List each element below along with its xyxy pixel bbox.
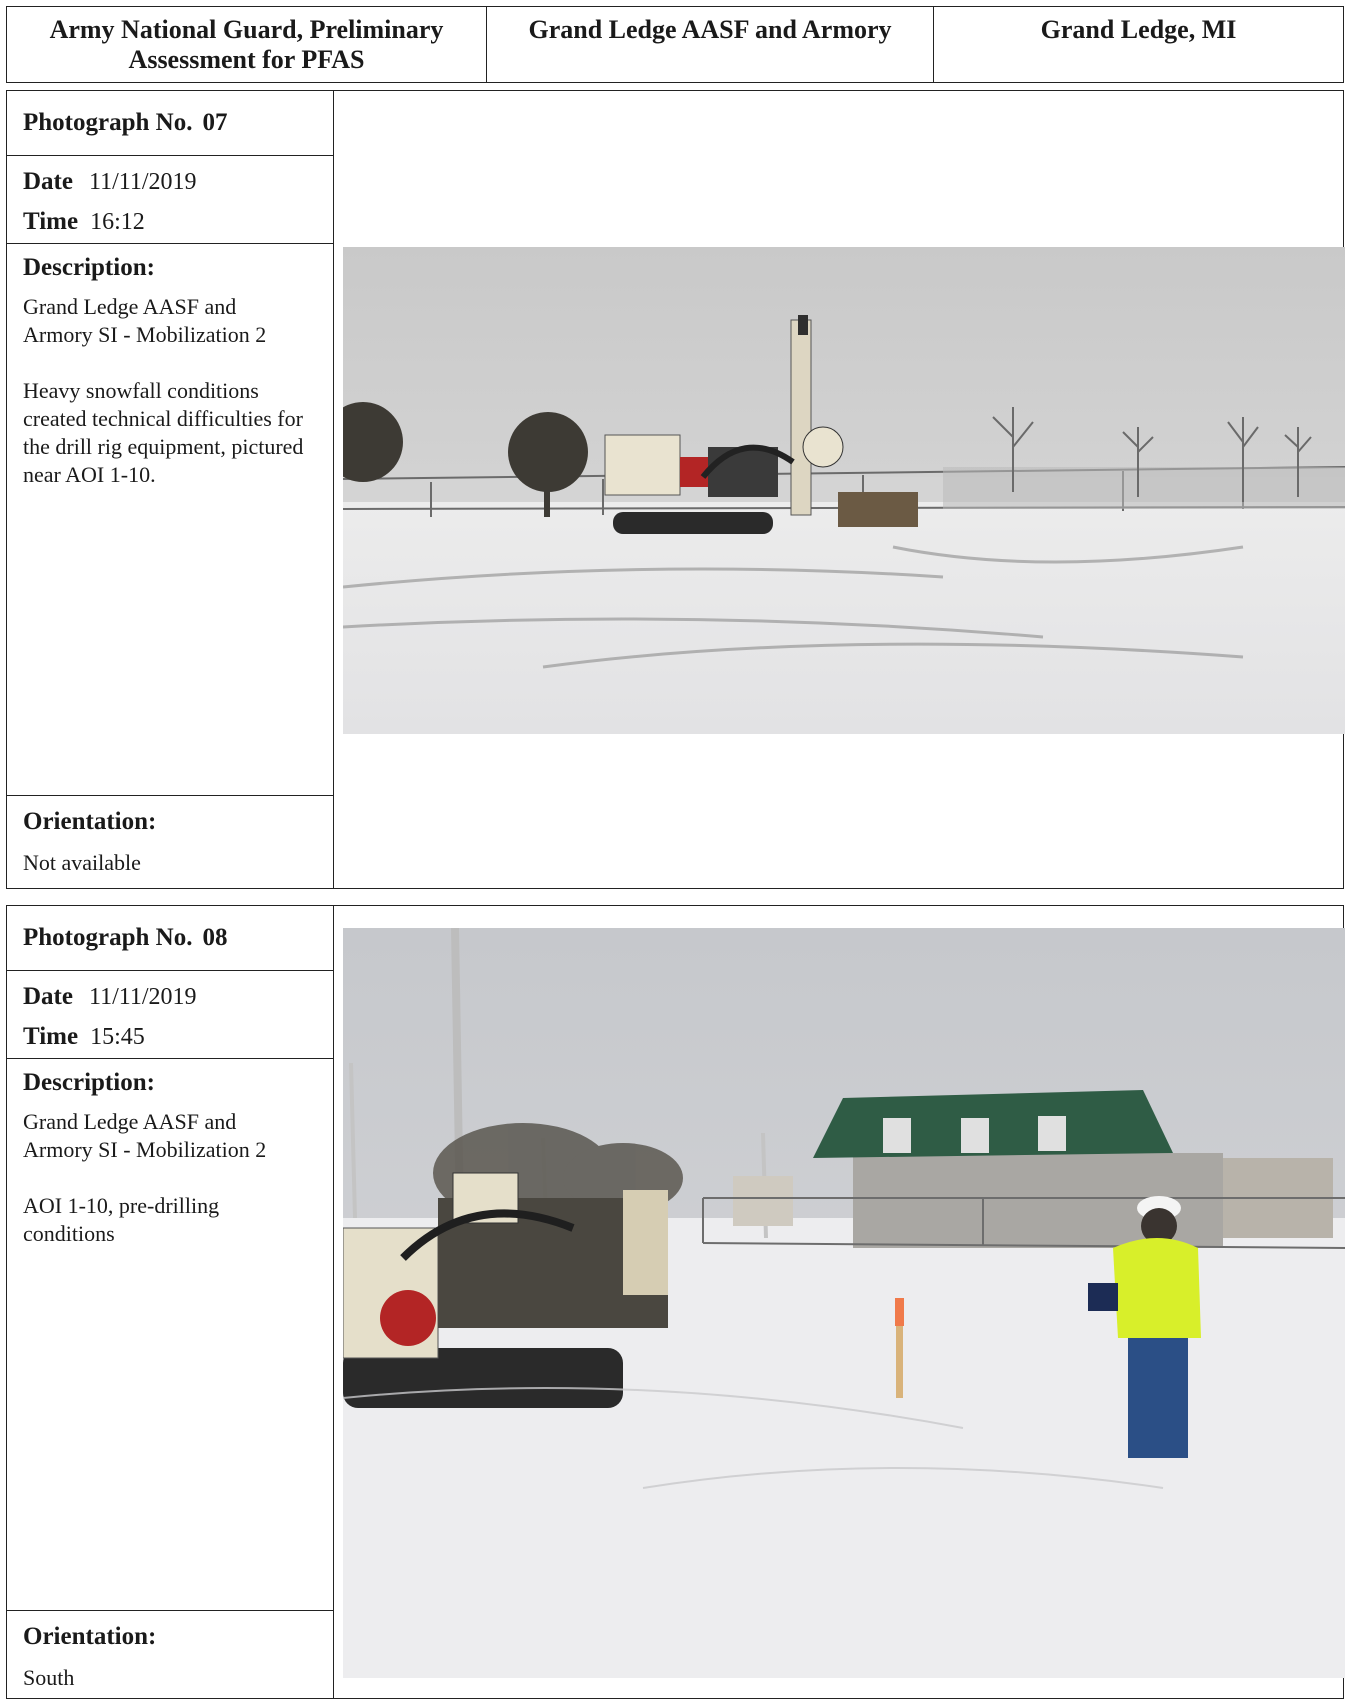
photo-number-section: Photograph No. 08 bbox=[7, 906, 333, 971]
date-time-section: Date 11/11/2019 Time 15:45 bbox=[7, 971, 333, 1059]
header-site: Grand Ledge AASF and Armory bbox=[487, 7, 934, 82]
photo-number-value: 08 bbox=[202, 924, 228, 951]
site-photo-07 bbox=[343, 247, 1345, 734]
photo-block-07: Photograph No. 07 Date 11/11/2019 Time 1… bbox=[6, 90, 1345, 889]
description-text-2: Heavy snowfall conditions created techni… bbox=[23, 378, 304, 487]
description-section: Description: Grand Ledge AASF and Armory… bbox=[7, 1059, 333, 1611]
time-value: 16:12 bbox=[90, 209, 145, 235]
orientation-section: Orientation: Not available bbox=[7, 796, 333, 888]
date-time-section: Date 11/11/2019 Time 16:12 bbox=[7, 156, 333, 244]
description-label: Description: bbox=[23, 1069, 155, 1096]
orientation-value: South bbox=[23, 1665, 75, 1690]
date-label: Date bbox=[23, 168, 73, 195]
time-value: 15:45 bbox=[90, 1024, 145, 1050]
orientation-value: Not available bbox=[23, 850, 141, 875]
description-section: Description: Grand Ledge AASF and Armory… bbox=[7, 244, 333, 796]
time-label: Time bbox=[23, 208, 79, 235]
document-header: Army National Guard, Preliminary Assessm… bbox=[6, 6, 1344, 83]
photo-number-label: Photograph No. bbox=[23, 109, 193, 136]
site-photo-08 bbox=[343, 928, 1345, 1678]
worker-drill-rig-scene bbox=[343, 928, 1345, 1678]
date-value: 11/11/2019 bbox=[88, 169, 197, 195]
header-location: Grand Ledge, MI bbox=[934, 7, 1343, 82]
photo-info-panel: Photograph No. 08 Date 11/11/2019 Time 1… bbox=[7, 906, 334, 1698]
description-text-1: Grand Ledge AASF and Armory SI - Mobiliz… bbox=[23, 294, 267, 347]
description-label: Description: bbox=[23, 254, 155, 281]
time-label: Time bbox=[23, 1023, 79, 1050]
photo-number-section: Photograph No. 07 bbox=[7, 91, 333, 156]
header-location-text: Grand Ledge, MI bbox=[1040, 15, 1237, 44]
description-text-2: AOI 1-10, pre-drilling conditions bbox=[23, 1193, 220, 1246]
photo-number-label: Photograph No. bbox=[23, 924, 193, 951]
drill-rig-snow-scene bbox=[343, 247, 1345, 734]
header-site-text: Grand Ledge AASF and Armory bbox=[528, 15, 892, 44]
date-label: Date bbox=[23, 983, 73, 1010]
photo-info-panel: Photograph No. 07 Date 11/11/2019 Time 1… bbox=[7, 91, 334, 888]
photo-block-08: Photograph No. 08 Date 11/11/2019 Time 1… bbox=[6, 905, 1345, 1699]
orientation-section: Orientation: South bbox=[7, 1611, 333, 1698]
photo-number-value: 07 bbox=[202, 109, 228, 136]
orientation-label: Orientation: bbox=[23, 1623, 157, 1650]
date-value: 11/11/2019 bbox=[88, 984, 197, 1010]
header-organization-text: Army National Guard, Preliminary Assessm… bbox=[49, 15, 444, 74]
orientation-label: Orientation: bbox=[23, 808, 157, 835]
description-text-1: Grand Ledge AASF and Armory SI - Mobiliz… bbox=[23, 1109, 267, 1162]
header-organization: Army National Guard, Preliminary Assessm… bbox=[7, 7, 487, 82]
